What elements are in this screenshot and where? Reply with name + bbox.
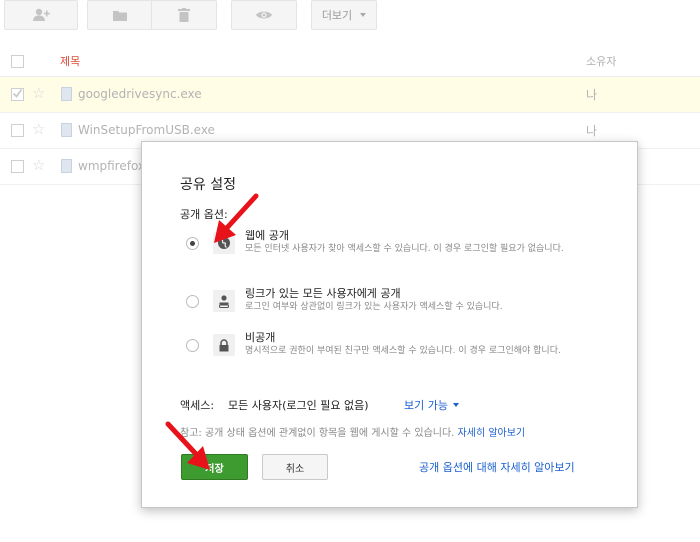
option-description: 명시적으로 권한이 부여된 친구만 액세스할 수 있습니다. 이 경우 로그인해… (245, 346, 561, 356)
list-header: 제목 소유자 (0, 44, 700, 77)
toolbar: 더보기 (0, 0, 700, 30)
more-button[interactable]: 더보기 (311, 0, 377, 30)
row-checkbox[interactable] (11, 88, 24, 101)
eye-icon (256, 11, 272, 19)
row-checkbox[interactable] (11, 124, 24, 137)
radio-private[interactable] (186, 339, 199, 352)
add-person-icon (33, 8, 50, 21)
delete-button[interactable] (151, 0, 217, 30)
trash-icon (178, 8, 190, 22)
access-level-label: 보기 가능 (404, 399, 448, 412)
option-description: 모든 인터넷 사용자가 찾아 액세스할 수 있습니다. 이 경우 로그인할 필요… (245, 244, 564, 254)
file-name[interactable]: googledrivesync.exe (78, 87, 202, 101)
file-owner: 나 (586, 124, 598, 138)
chevron-down-icon (452, 403, 459, 407)
option-description: 로그인 여부와 상관없이 링크가 있는 사용자가 액세스할 수 있습니다. (245, 302, 503, 312)
annotation-arrow-icon (214, 193, 259, 243)
access-value: 모든 사용자(로그인 필요 없음) (228, 399, 369, 412)
chevron-down-icon (360, 13, 367, 17)
lock-icon (213, 334, 235, 356)
star-icon[interactable]: ☆ (32, 121, 45, 137)
file-owner: 나 (586, 88, 598, 102)
check-icon (12, 89, 23, 98)
add-person-button[interactable] (4, 0, 78, 30)
radio-anyone-with-link[interactable] (186, 295, 199, 308)
star-icon[interactable]: ☆ (32, 85, 45, 101)
note-text: 참고: 공개 상태 옵션에 관계없이 항목을 웹에 게시할 수 있습니다. 자세… (180, 424, 525, 439)
move-to-folder-button[interactable] (87, 0, 153, 30)
star-icon[interactable]: ☆ (32, 157, 45, 173)
folder-icon (113, 10, 127, 21)
preview-button[interactable] (231, 0, 297, 30)
radio-public-on-web[interactable] (186, 237, 199, 250)
select-all-checkbox[interactable] (11, 55, 24, 68)
access-level-dropdown[interactable]: 보기 가능 (404, 397, 459, 413)
option-name: 비공개 (245, 331, 276, 344)
access-label: 액세스: (180, 399, 215, 412)
more-button-label: 더보기 (321, 9, 353, 22)
column-owner-header[interactable]: 소유자 (586, 53, 616, 69)
visibility-learn-more-link[interactable]: 공개 옵션에 대해 자세히 알아보기 (419, 459, 575, 475)
note-body: 참고: 공개 상태 옵션에 관계없이 항목을 웹에 게시할 수 있습니다. (180, 428, 455, 439)
file-icon (61, 123, 72, 137)
row-checkbox[interactable] (11, 160, 24, 173)
table-row[interactable]: ☆ googledrivesync.exe 나 (0, 77, 700, 113)
option-name: 링크가 있는 모든 사용자에게 공개 (245, 287, 401, 300)
annotation-arrow-icon (165, 421, 210, 470)
file-name[interactable]: WinSetupFromUSB.exe (78, 123, 215, 137)
note-learn-more-link[interactable]: 자세히 알아보기 (458, 428, 526, 439)
cancel-button[interactable]: 취소 (262, 454, 328, 480)
file-icon (61, 87, 72, 101)
link-user-icon (213, 290, 235, 312)
file-icon (61, 159, 72, 173)
column-title-header[interactable]: 제목 (60, 53, 80, 69)
